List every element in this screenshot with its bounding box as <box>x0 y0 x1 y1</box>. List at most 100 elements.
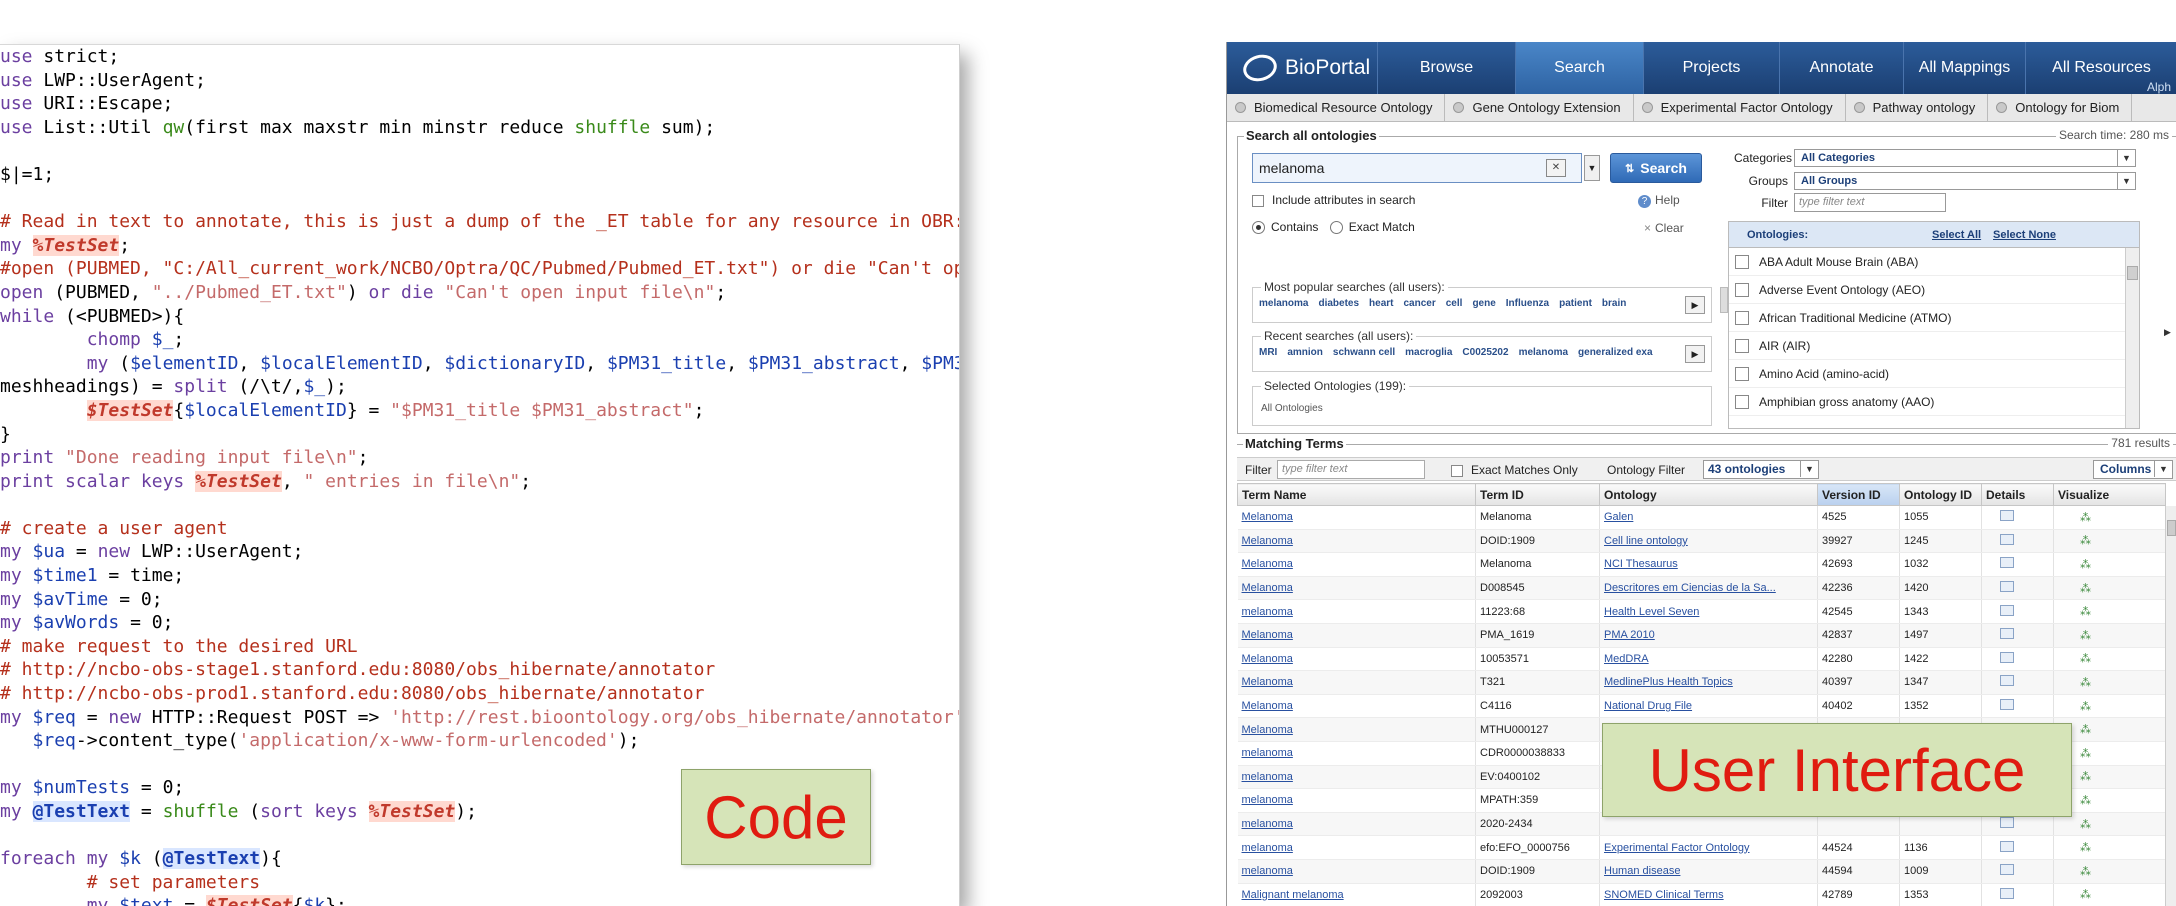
details-icon[interactable] <box>2000 864 2014 876</box>
details-icon[interactable] <box>2000 887 2014 899</box>
table-row[interactable]: Malignant melanoma 2092003 SNOMED Clinical… <box>1237 883 2166 906</box>
table-row[interactable]: melanoma 11223:68 Health Level Seven 42545 1… <box>1237 599 2166 624</box>
ontology-tab[interactable]: Ontology for Biom <box>1988 93 2133 122</box>
term-name-link[interactable]: Melanoma <box>1237 717 1476 742</box>
tree-visualize-icon[interactable]: ⁂ <box>2080 888 2091 901</box>
tree-visualize-icon[interactable]: ⁂ <box>2080 747 2091 760</box>
ontology-tab[interactable]: Gene Ontology Extension <box>1445 93 1634 122</box>
details-icon[interactable] <box>2000 840 2014 852</box>
details-icon[interactable] <box>2000 533 2014 545</box>
ontology-list-item[interactable]: Amino Acid (amino-acid) <box>1729 360 2139 388</box>
ontology-list-scrollbar[interactable] <box>2125 248 2139 428</box>
alpha-link[interactable]: Alph <box>2147 80 2171 94</box>
details-icon[interactable] <box>2000 604 2014 616</box>
terms-filter-input[interactable]: type filter text <box>1277 460 1425 479</box>
ontology-tab[interactable]: Biomedical Resource Ontology <box>1227 93 1446 122</box>
table-row[interactable]: Melanoma DOID:1909 Cell line ontology 39927… <box>1237 529 2166 554</box>
column-header[interactable]: Ontology ID <box>1899 483 1982 506</box>
tree-visualize-icon[interactable]: ⁂ <box>2080 865 2091 878</box>
search-term-link[interactable]: macroglia <box>1405 347 1452 358</box>
search-term-link[interactable]: brain <box>1602 298 1626 309</box>
term-name-link[interactable]: Melanoma <box>1237 505 1476 530</box>
ontology-link[interactable]: Cell line ontology <box>1599 529 1818 554</box>
term-name-link[interactable]: Melanoma <box>1237 623 1476 648</box>
search-button[interactable]: ⇅ Search <box>1610 153 1702 183</box>
tree-visualize-icon[interactable]: ⁂ <box>2080 818 2091 831</box>
term-name-link[interactable]: Melanoma <box>1237 552 1476 577</box>
ontology-filter-input[interactable]: type filter text <box>1794 193 1946 212</box>
details-icon[interactable] <box>2000 581 2014 593</box>
column-header[interactable]: Details <box>1981 483 2054 506</box>
select-all-link[interactable]: Select All <box>1932 229 1981 241</box>
ontology-list-item[interactable]: Adverse Event Ontology (AEO) <box>1729 276 2139 304</box>
table-row[interactable]: Melanoma 10053571 MedDRA 42280 1422 ⁂ <box>1237 647 2166 672</box>
search-term-link[interactable]: heart <box>1369 298 1393 309</box>
table-row[interactable]: melanoma efo:EFO_0000756 Experimental Fact… <box>1237 835 2166 860</box>
details-icon[interactable] <box>2000 699 2014 711</box>
term-name-link[interactable]: melanoma <box>1237 835 1476 860</box>
term-name-link[interactable]: Melanoma <box>1237 694 1476 719</box>
term-name-link[interactable]: Melanoma <box>1237 529 1476 554</box>
search-history-dropdown[interactable]: ▼ <box>1584 155 1600 181</box>
contains-radio[interactable]: Contains <box>1252 220 1318 235</box>
term-name-link[interactable]: melanoma <box>1237 812 1476 837</box>
tree-visualize-icon[interactable]: ⁂ <box>2080 582 2091 595</box>
tree-visualize-icon[interactable]: ⁂ <box>2080 723 2091 736</box>
search-term-link[interactable]: patient <box>1559 298 1592 309</box>
ontology-link[interactable]: NCI Thesaurus <box>1599 552 1818 577</box>
include-attributes-checkbox[interactable]: Include attributes in search <box>1252 193 1415 207</box>
ontology-link[interactable]: Descritores em Ciencias de la Sa... <box>1599 576 1818 601</box>
ontology-list-item[interactable]: AIR (AIR) <box>1729 332 2139 360</box>
search-term-link[interactable]: melanoma <box>1519 347 1568 358</box>
ontology-list-item[interactable]: African Traditional Medicine (ATMO) <box>1729 304 2139 332</box>
details-icon[interactable] <box>2000 651 2014 663</box>
tree-visualize-icon[interactable]: ⁂ <box>2080 629 2091 642</box>
details-icon[interactable] <box>2000 675 2014 687</box>
ontology-link[interactable]: Galen <box>1599 505 1818 530</box>
exact-matches-only-checkbox[interactable]: Exact Matches Only <box>1451 463 1578 477</box>
search-term-link[interactable]: schwann cell <box>1333 347 1395 358</box>
table-row[interactable]: melanoma DOID:1909 Human disease 44594 1009 ⁂ <box>1237 859 2166 884</box>
expand-right-icon[interactable]: ▶ <box>2164 327 2171 338</box>
column-header[interactable]: Term ID <box>1475 483 1600 506</box>
search-term-link[interactable]: cancer <box>1404 298 1436 309</box>
tree-visualize-icon[interactable]: ⁂ <box>2080 794 2091 807</box>
nav-tab-search[interactable]: Search <box>1515 42 1643 94</box>
clear-input-icon[interactable]: ✕ <box>1546 159 1566 177</box>
table-row[interactable]: Melanoma D008545 Descritores em Ciencias d… <box>1237 576 2166 601</box>
term-name-link[interactable]: melanoma <box>1237 859 1476 884</box>
clear-link[interactable]: × Clear <box>1644 221 1684 235</box>
term-name-link[interactable]: Melanoma <box>1237 647 1476 672</box>
nav-tab-annotate[interactable]: Annotate <box>1779 42 1903 94</box>
ontology-filter-select[interactable]: 43 ontologies ▼ <box>1703 460 1819 479</box>
column-header[interactable]: Ontology <box>1599 483 1818 506</box>
nav-tab-all-mappings[interactable]: All Mappings <box>1903 42 2025 94</box>
ontology-tab[interactable]: Experimental Factor Ontology <box>1634 93 1846 122</box>
ontology-link[interactable]: MedDRA <box>1599 647 1818 672</box>
details-icon[interactable] <box>2000 817 2014 829</box>
panel-splitter[interactable] <box>1720 287 1728 313</box>
search-term-link[interactable]: gene <box>1472 298 1495 309</box>
scrollbar-thumb[interactable] <box>2167 520 2176 536</box>
categories-select[interactable]: All Categories ▼ <box>1794 149 2136 167</box>
scroll-right-icon[interactable]: ▶ <box>1685 296 1705 314</box>
columns-button[interactable]: Columns ▼ <box>2093 460 2173 479</box>
details-icon[interactable] <box>2000 628 2014 640</box>
term-name-link[interactable]: Melanoma <box>1237 670 1476 695</box>
ontology-list-item[interactable]: Amphibian gross anatomy (AAO) <box>1729 388 2139 416</box>
column-header[interactable]: Visualize <box>2053 483 2166 506</box>
search-term-link[interactable]: generalized exa <box>1578 347 1652 358</box>
groups-select[interactable]: All Groups ▼ <box>1794 172 2136 190</box>
ontology-link[interactable]: SNOMED Clinical Terms <box>1599 883 1818 906</box>
bioportal-logo[interactable]: BioPortal <box>1227 42 1377 94</box>
tree-visualize-icon[interactable]: ⁂ <box>2080 676 2091 689</box>
details-icon[interactable] <box>2000 557 2014 569</box>
table-row[interactable]: Melanoma Melanoma NCI Thesaurus 42693 1032 ⁂ <box>1237 552 2166 577</box>
table-row[interactable]: Melanoma C4116 National Drug File 40402 1352… <box>1237 694 2166 719</box>
tree-visualize-icon[interactable]: ⁂ <box>2080 605 2091 618</box>
tree-visualize-icon[interactable]: ⁂ <box>2080 770 2091 783</box>
term-name-link[interactable]: melanoma <box>1237 765 1476 790</box>
term-name-link[interactable]: melanoma <box>1237 599 1476 624</box>
column-header[interactable]: Version ID <box>1817 483 1900 506</box>
ontology-tab[interactable]: Pathway ontology <box>1846 93 1989 122</box>
